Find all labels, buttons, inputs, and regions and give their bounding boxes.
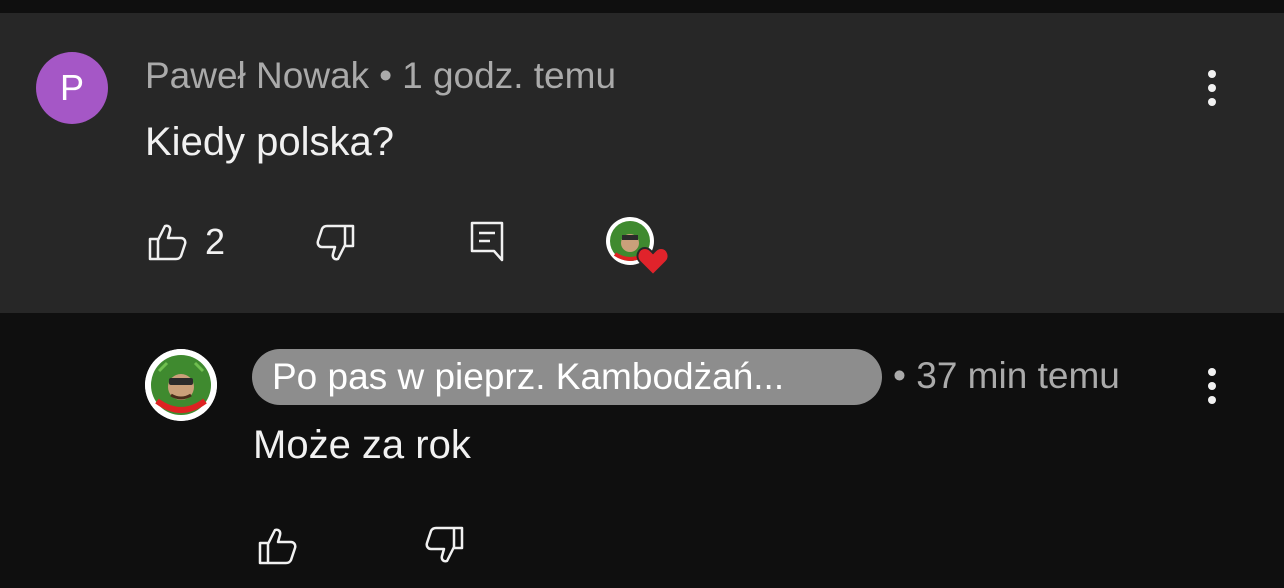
meta-separator: •	[379, 55, 393, 96]
like-count: 2	[205, 221, 226, 262]
more-vert-icon[interactable]	[1197, 68, 1227, 108]
avatar[interactable]: P	[36, 52, 108, 124]
channel-avatar[interactable]	[145, 349, 217, 421]
heart-icon	[636, 246, 670, 277]
top-strip	[0, 0, 1284, 13]
thumb-down-icon[interactable]	[316, 223, 356, 263]
reply-meta: • 37 min temu	[893, 355, 1120, 397]
meta-separator: •	[893, 355, 906, 396]
reply-icon[interactable]	[469, 220, 505, 262]
more-vert-icon[interactable]	[1197, 366, 1227, 406]
channel-name-badge[interactable]: Po pas w pieprz. Kambodżań...	[252, 349, 882, 405]
thumb-down-icon[interactable]	[425, 525, 465, 565]
comment-author[interactable]: Paweł Nowak	[145, 55, 369, 96]
comment-time: 1 godz. temu	[402, 55, 617, 96]
reply-time: 37 min temu	[916, 355, 1120, 396]
comment-text: Kiedy polska?	[145, 120, 395, 164]
thumb-up-icon[interactable]	[147, 222, 187, 262]
comment-card: P Paweł Nowak • 1 godz. temu Kiedy polska?…	[0, 13, 1284, 313]
thumb-up-icon[interactable]	[257, 526, 297, 566]
reply-text: Może za rok	[253, 423, 471, 467]
comment-meta: Paweł Nowak • 1 godz. temu	[145, 55, 616, 97]
creator-heart	[605, 216, 671, 278]
reply-card: Po pas w pieprz. Kambodżań... • 37 min t…	[0, 313, 1284, 588]
